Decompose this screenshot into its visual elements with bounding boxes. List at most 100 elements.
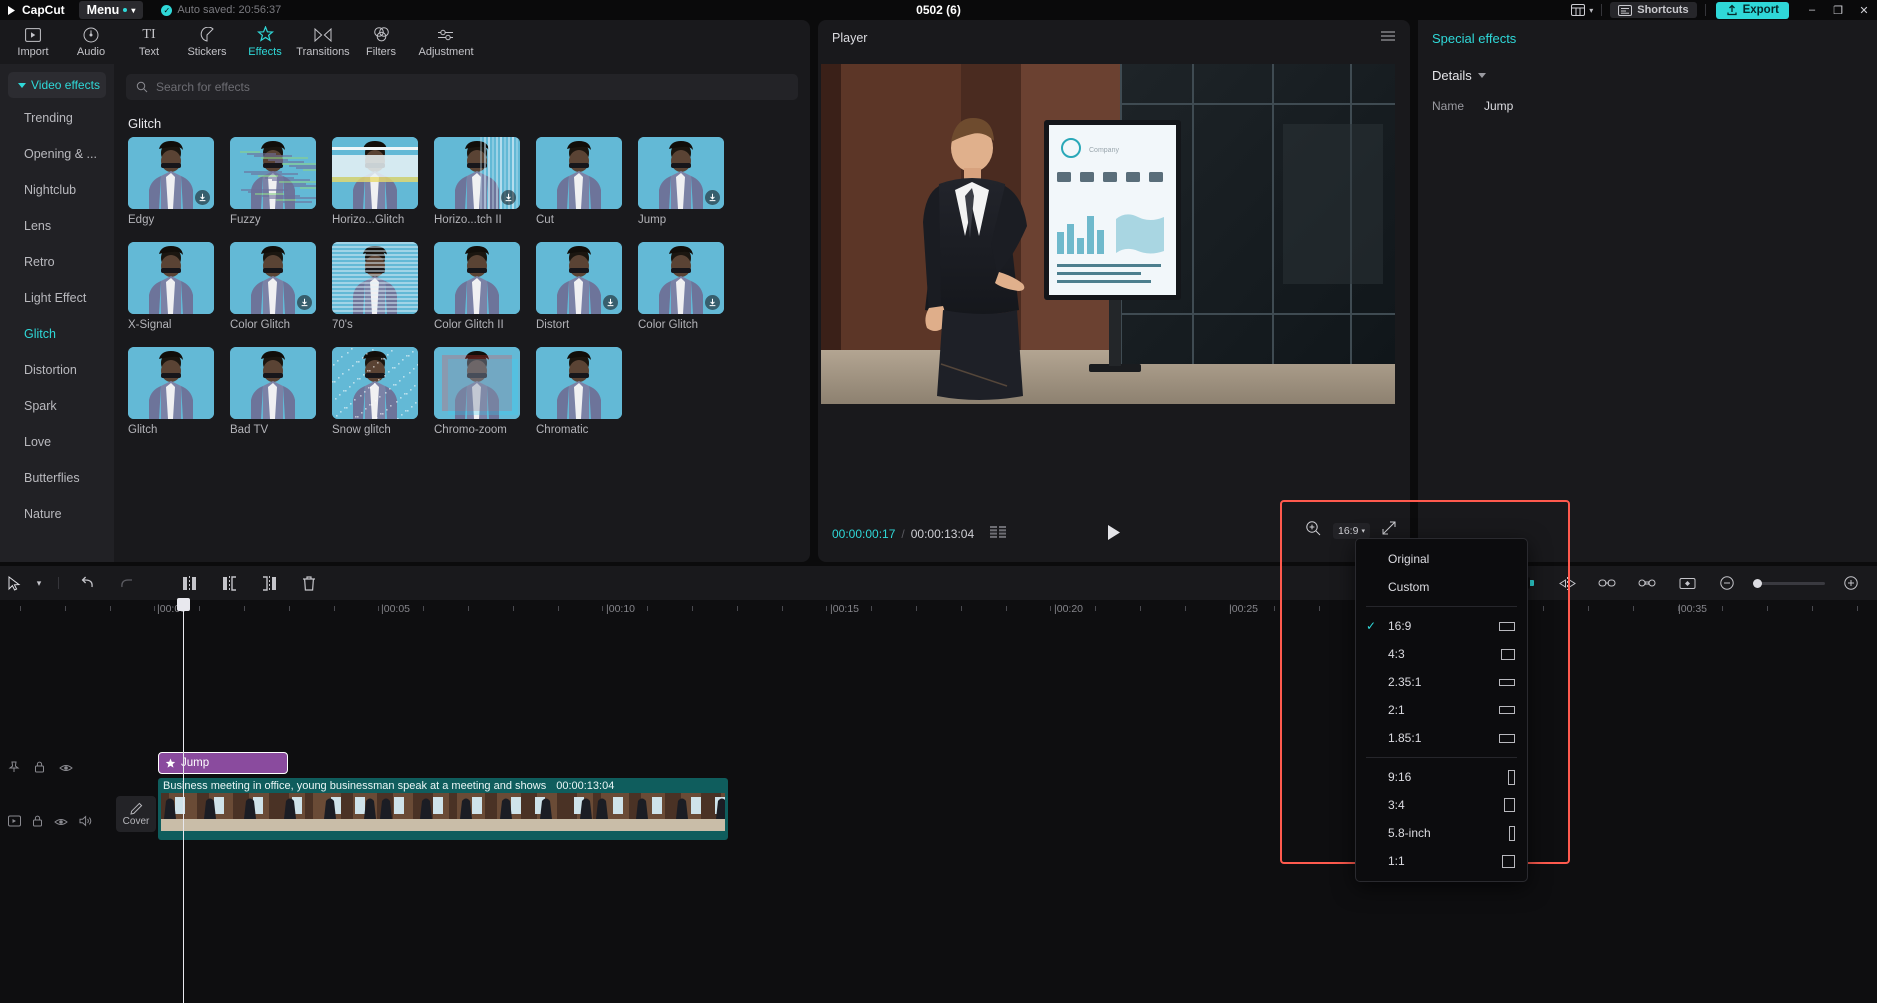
aspect-option-9-16[interactable]: 9:16 xyxy=(1356,763,1527,791)
menu-button[interactable]: Menu ▾ xyxy=(79,1,144,19)
effect-thumbnail[interactable] xyxy=(128,137,214,209)
effect-item[interactable]: Color Glitch xyxy=(638,242,724,331)
effect-item[interactable]: Horizo...tch II xyxy=(434,137,520,226)
aspect-option-5-8-inch[interactable]: 5.8-inch xyxy=(1356,819,1527,847)
aspect-ratio-button[interactable]: 16:9 ▾ xyxy=(1333,523,1370,539)
aspect-option-3-4[interactable]: 3:4 xyxy=(1356,791,1527,819)
effect-thumbnail[interactable] xyxy=(536,347,622,419)
restore-button[interactable]: ❐ xyxy=(1825,0,1851,20)
panel-tab-special-effects[interactable]: Special effects xyxy=(1418,20,1877,56)
aspect-option-16-9[interactable]: ✓16:9 xyxy=(1356,612,1527,640)
effect-item[interactable]: Bad TV xyxy=(230,347,316,436)
link-icon[interactable] xyxy=(1587,566,1627,600)
minimize-button[interactable]: – xyxy=(1799,0,1825,20)
effect-thumbnail[interactable] xyxy=(434,242,520,314)
zoom-slider-knob[interactable] xyxy=(1753,579,1762,588)
mute-track-icon[interactable] xyxy=(8,814,21,832)
effect-thumbnail[interactable] xyxy=(638,137,724,209)
effect-thumbnail[interactable] xyxy=(128,347,214,419)
frames-icon[interactable] xyxy=(990,526,1008,541)
aspect-option-Original[interactable]: Original xyxy=(1356,545,1527,573)
effect-thumbnail[interactable] xyxy=(332,347,418,419)
sidebar-item-distortion[interactable]: Distortion xyxy=(0,352,114,388)
effect-item[interactable]: Color Glitch xyxy=(230,242,316,331)
search-bar[interactable] xyxy=(126,74,798,100)
keyframe-icon[interactable] xyxy=(1667,566,1707,600)
effect-thumbnail[interactable] xyxy=(638,242,724,314)
lock-icon[interactable] xyxy=(34,760,45,778)
download-icon[interactable] xyxy=(705,295,720,310)
shortcuts-button[interactable]: Shortcuts xyxy=(1602,2,1704,18)
download-icon[interactable] xyxy=(603,295,618,310)
sidebar-item-love[interactable]: Love xyxy=(0,424,114,460)
zoom-in-button[interactable] xyxy=(1831,566,1871,600)
effect-thumbnail[interactable] xyxy=(536,137,622,209)
pin-icon[interactable] xyxy=(8,760,20,778)
fit-to-screen-icon[interactable] xyxy=(1305,520,1321,541)
eye-icon[interactable] xyxy=(54,814,68,832)
split-button[interactable] xyxy=(169,566,209,600)
effect-thumbnail[interactable] xyxy=(332,137,418,209)
details-section-header[interactable]: Details xyxy=(1418,56,1877,83)
timeline-ruler[interactable]: |00:00|00:05|00:10|00:15|00:20|00:25|00:… xyxy=(0,600,1877,622)
redo-button[interactable] xyxy=(107,566,147,600)
tab-import[interactable]: Import xyxy=(4,26,62,58)
aspect-option-Custom[interactable]: Custom xyxy=(1356,573,1527,601)
effect-item[interactable]: Distort xyxy=(536,242,622,331)
effect-thumbnail[interactable] xyxy=(332,242,418,314)
sidebar-item-light-effect[interactable]: Light Effect xyxy=(0,280,114,316)
tab-audio[interactable]: Audio xyxy=(62,26,120,58)
aspect-option-1-85-1[interactable]: 1.85:1 xyxy=(1356,724,1527,752)
tab-text[interactable]: TI Text xyxy=(120,26,178,58)
aspect-option-4-3[interactable]: 4:3 xyxy=(1356,640,1527,668)
trim-left-button[interactable] xyxy=(209,566,249,600)
eye-icon[interactable] xyxy=(59,760,73,778)
tab-adjustment[interactable]: Adjustment xyxy=(410,26,482,58)
export-button[interactable]: Export xyxy=(1716,2,1789,19)
effect-item[interactable]: Chromatic xyxy=(536,347,622,436)
sidebar-item-spark[interactable]: Spark xyxy=(0,388,114,424)
effect-thumbnail[interactable] xyxy=(128,242,214,314)
aspect-ratio-dropdown[interactable]: OriginalCustom✓16:94:32.35:12:11.85:19:1… xyxy=(1355,538,1528,882)
undo-button[interactable] xyxy=(67,566,107,600)
sidebar-item-trending[interactable]: Trending xyxy=(0,100,114,136)
delete-button[interactable] xyxy=(289,566,329,600)
effect-item[interactable]: Color Glitch II xyxy=(434,242,520,331)
volume-icon[interactable] xyxy=(79,814,93,832)
effect-item[interactable]: Cut xyxy=(536,137,622,226)
video-stage[interactable]: Company xyxy=(821,64,1395,404)
tab-stickers[interactable]: Stickers xyxy=(178,26,236,58)
play-button[interactable] xyxy=(1106,524,1122,546)
zoom-out-button[interactable] xyxy=(1707,566,1747,600)
effect-item[interactable]: Fuzzy xyxy=(230,137,316,226)
effect-thumbnail[interactable] xyxy=(230,242,316,314)
playhead[interactable] xyxy=(183,600,184,1003)
zoom-slider[interactable] xyxy=(1753,582,1825,585)
sidebar-header-video-effects[interactable]: Video effects xyxy=(8,72,106,98)
sidebar-item-opening[interactable]: Opening & ... xyxy=(0,136,114,172)
tab-filters[interactable]: Filters xyxy=(352,26,410,58)
effect-thumbnail[interactable] xyxy=(434,137,520,209)
aspect-option-1-1[interactable]: 1:1 xyxy=(1356,847,1527,875)
sidebar-item-nightclub[interactable]: Nightclub xyxy=(0,172,114,208)
cursor-select-icon[interactable] xyxy=(0,566,28,600)
effect-clip[interactable]: Jump xyxy=(158,752,288,774)
lock-icon[interactable] xyxy=(32,814,43,832)
close-button[interactable]: ✕ xyxy=(1851,0,1877,20)
download-icon[interactable] xyxy=(195,190,210,205)
tab-transitions[interactable]: Transitions xyxy=(294,26,352,58)
chevron-down-icon[interactable]: ▾ xyxy=(28,566,50,600)
sidebar-item-glitch[interactable]: Glitch xyxy=(0,316,114,352)
effect-thumbnail[interactable] xyxy=(230,347,316,419)
effect-item[interactable]: Snow glitch xyxy=(332,347,418,436)
sidebar-item-lens[interactable]: Lens xyxy=(0,208,114,244)
sidebar-item-butterflies[interactable]: Butterflies xyxy=(0,460,114,496)
effect-thumbnail[interactable] xyxy=(230,137,316,209)
effect-item[interactable]: Jump xyxy=(638,137,724,226)
download-icon[interactable] xyxy=(501,190,516,205)
trim-right-button[interactable] xyxy=(249,566,289,600)
effect-thumbnail[interactable] xyxy=(434,347,520,419)
sidebar-item-nature[interactable]: Nature xyxy=(0,496,114,532)
playhead-handle[interactable] xyxy=(177,598,190,611)
tab-effects[interactable]: Effects xyxy=(236,26,294,58)
